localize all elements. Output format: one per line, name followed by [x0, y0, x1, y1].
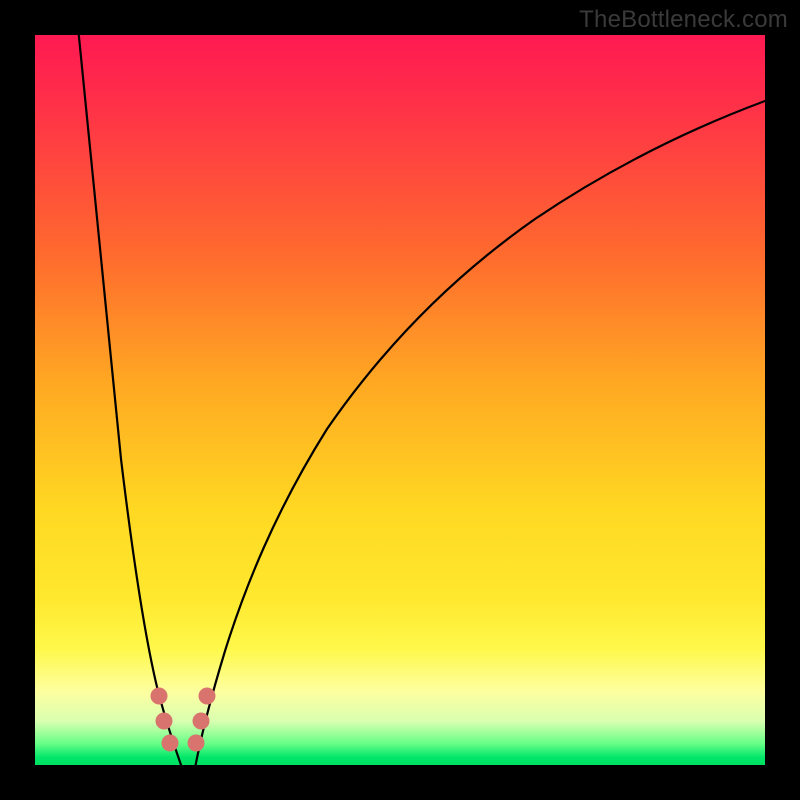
dot: [193, 713, 210, 730]
dots-layer: [35, 35, 765, 765]
dot: [156, 713, 173, 730]
outer-frame: TheBottleneck.com: [0, 0, 800, 800]
dot: [188, 735, 205, 752]
watermark-text: TheBottleneck.com: [579, 6, 788, 34]
dot: [151, 688, 168, 705]
dot: [162, 735, 179, 752]
plot-area: [35, 35, 765, 765]
dot: [199, 688, 216, 705]
